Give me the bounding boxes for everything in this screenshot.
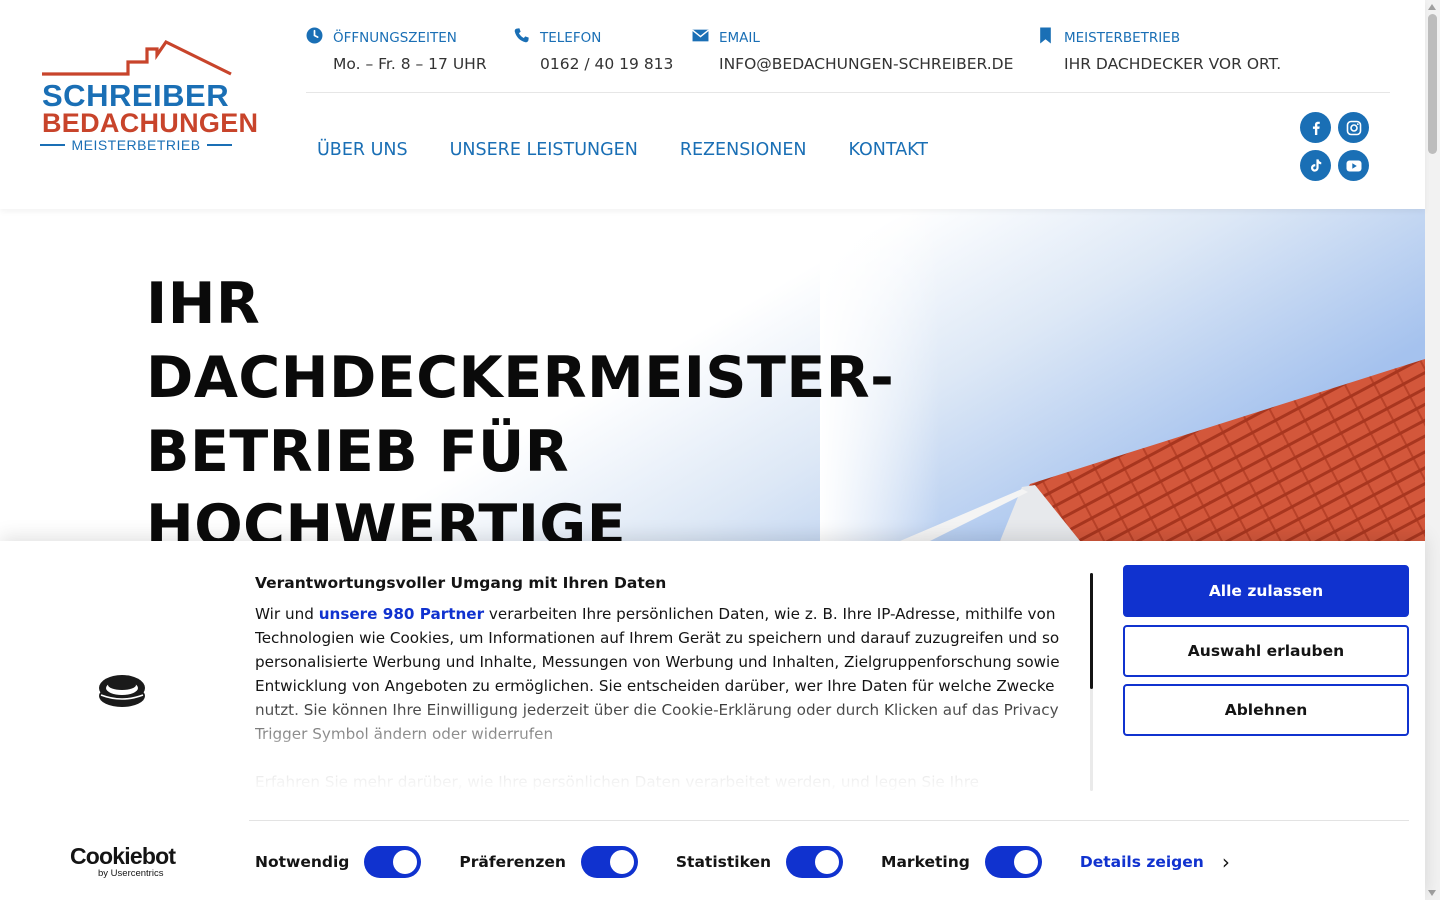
info-value: INFO@BEDACHUNGEN-SCHREIBER.DE: [719, 55, 1014, 73]
toggle-switch-preferences[interactable]: [580, 846, 638, 878]
facebook-icon: [1312, 121, 1320, 135]
bookmark-icon: [1040, 27, 1051, 44]
info-value: Mo. – Fr. 8 – 17 UHR: [333, 55, 487, 73]
logo-tagline: MEISTERBETRIEB: [71, 137, 201, 153]
toggle-necessary: Notwendig: [255, 846, 422, 878]
nav-item-rezensionen[interactable]: REZENSIONEN: [680, 140, 807, 160]
cookiebot-sub: by Usercentrics: [98, 868, 164, 879]
toggle-switch-statistics[interactable]: [786, 846, 844, 878]
info-label: MEISTERBETRIEB: [1064, 30, 1181, 46]
toggle-knob: [815, 850, 840, 874]
toggle-label: Marketing: [881, 853, 970, 871]
cookiebot-name: Cookiebot: [70, 843, 176, 869]
hero-title-line: BETRIEB FÜR: [146, 419, 570, 485]
cookie-text-scroll-thumb[interactable]: [1090, 573, 1093, 689]
info-label: TELEFON: [540, 30, 602, 46]
toggle-switch-marketing[interactable]: [984, 846, 1042, 878]
youtube-icon: [1346, 160, 1361, 171]
info-label: ÖFFNUNGSZEITEN: [333, 30, 457, 46]
toggle-knob: [1013, 850, 1038, 874]
info-value: IHR DACHDECKER VOR ORT.: [1064, 55, 1282, 73]
facebook-button[interactable]: [1300, 112, 1331, 143]
toggle-knob: [609, 850, 634, 874]
site-header: SCHREIBER BEDACHUNGEN MEISTERBETRIEB ÖFF…: [0, 0, 1425, 209]
consent-toggles: Notwendig Präferenzen Statistiken Market…: [255, 844, 1230, 880]
privacy-trigger-icon: [99, 675, 145, 707]
toggle-statistics: Statistiken: [675, 846, 844, 878]
roof-icon: [42, 39, 232, 76]
logo-line-bedachungen: BEDACHUNGEN: [42, 108, 259, 138]
scroll-up-icon[interactable]: [1428, 4, 1436, 10]
toggle-knob: [393, 850, 418, 874]
deny-button[interactable]: Ablehnen: [1123, 684, 1409, 736]
cookie-description: Wir und unsere 980 Partner verarbeiten I…: [255, 602, 1075, 792]
cookie-paragraph-1: Wir und unsere 980 Partner verarbeiten I…: [255, 605, 1060, 743]
info-label: EMAIL: [719, 30, 760, 46]
logo-line-meisterbetrieb: MEISTERBETRIEB: [40, 137, 233, 153]
show-details-link[interactable]: Details zeigen ›: [1080, 850, 1230, 874]
toggle-label: Notwendig: [255, 853, 350, 871]
envelope-icon: [692, 29, 709, 42]
toggle-label: Präferenzen: [459, 853, 566, 871]
cookie-heading: Verantwortungsvoller Umgang mit Ihren Da…: [255, 574, 667, 592]
allow-selection-button[interactable]: Auswahl erlauben: [1123, 625, 1409, 677]
details-label: Details zeigen: [1079, 853, 1204, 871]
hero-title-line: IHR: [146, 271, 261, 337]
toggle-preferences: Präferenzen: [459, 846, 638, 878]
scroll-down-icon[interactable]: [1428, 890, 1436, 896]
main-nav: ÜBER UNS UNSERE LEISTUNGEN REZENSIONEN K…: [317, 140, 928, 160]
toggle-switch-necessary[interactable]: [364, 846, 422, 878]
hero-section: IHR DACHDECKERMEISTER- BETRIEB FÜR HOCHW…: [0, 209, 1425, 541]
nav-item-kontakt[interactable]: KONTAKT: [848, 140, 928, 160]
nav-item-leistungen[interactable]: UNSERE LEISTUNGEN: [450, 140, 638, 160]
toggle-label: Statistiken: [675, 853, 772, 871]
toggle-marketing: Marketing: [881, 846, 1042, 878]
tiktok-icon: [1310, 159, 1321, 172]
scrollbar-thumb[interactable]: [1428, 14, 1437, 154]
nav-item-ueber-uns[interactable]: ÜBER UNS: [317, 140, 408, 160]
partners-link[interactable]: unsere 980 Partner: [319, 605, 484, 623]
logo-dash-left: [40, 144, 66, 146]
chevron-right-icon: ›: [1221, 850, 1230, 874]
page-scrollbar[interactable]: [1425, 0, 1440, 900]
instagram-button[interactable]: [1338, 112, 1369, 143]
logo-dash-right: [206, 144, 233, 146]
youtube-button[interactable]: [1338, 150, 1369, 181]
hero-title-line: HOCHWERTIGE: [146, 493, 627, 541]
phone-icon: [514, 28, 529, 43]
site-logo[interactable]: SCHREIBER BEDACHUNGEN MEISTERBETRIEB: [40, 38, 258, 158]
cookie-paragraph-2: Erfahren Sie mehr darüber, wie Ihre pers…: [255, 773, 979, 791]
hero-title-line: DACHDECKERMEISTER-: [146, 345, 895, 411]
allow-all-button[interactable]: Alle zulassen: [1123, 565, 1409, 617]
info-value: 0162 / 40 19 813: [540, 55, 674, 73]
cookie-divider: [249, 820, 1409, 821]
cookie-consent-banner: Verantwortungsvoller Umgang mit Ihren Da…: [0, 541, 1425, 900]
tiktok-button[interactable]: [1300, 150, 1331, 181]
instagram-icon: [1346, 120, 1361, 135]
hero-title: IHR DACHDECKERMEISTER- BETRIEB FÜR HOCHW…: [146, 267, 895, 541]
cookiebot-logo[interactable]: Cookiebot by Usercentrics: [70, 844, 180, 879]
clock-icon: [306, 27, 323, 44]
contact-info-bar: ÖFFNUNGSZEITEN Mo. – Fr. 8 – 17 UHR TELE…: [306, 26, 1390, 93]
